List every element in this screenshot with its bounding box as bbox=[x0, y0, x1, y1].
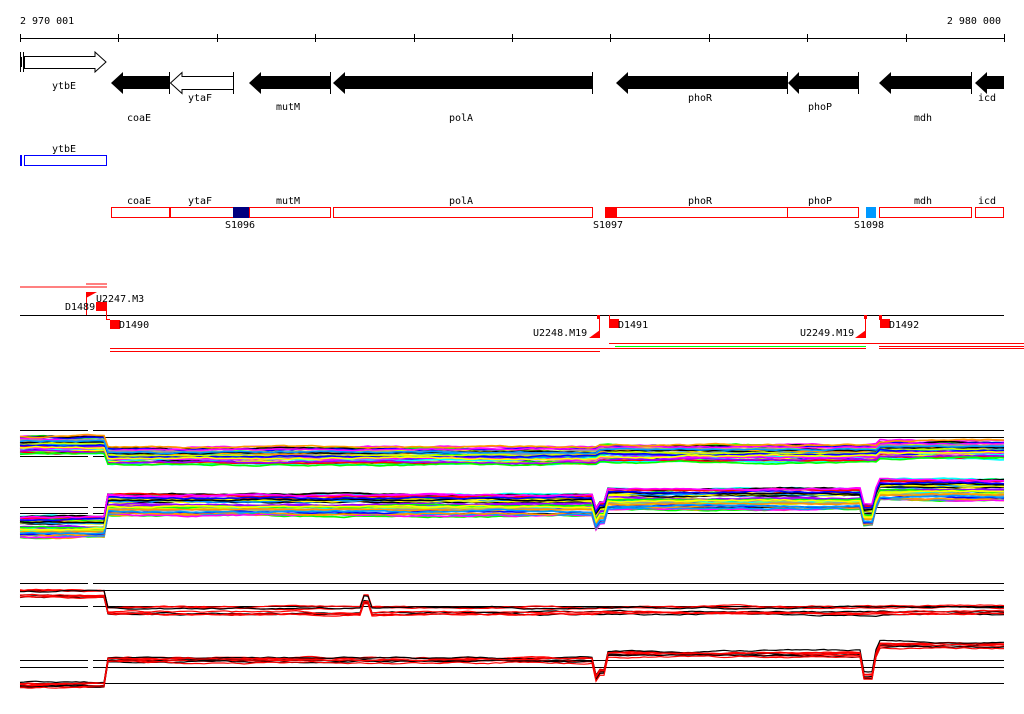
gene-arrow-ytbE[interactable] bbox=[24, 50, 107, 74]
feature-label: icd bbox=[978, 196, 996, 207]
down-mark-label: D1491 bbox=[618, 320, 648, 331]
gene-label: coaE bbox=[127, 113, 151, 124]
site-label: S1097 bbox=[593, 220, 623, 231]
ruler-start-label: 2 970 001 bbox=[20, 16, 74, 27]
site-label: S1098 bbox=[854, 220, 884, 231]
feature-label: phoR bbox=[688, 196, 713, 207]
expression-trace bbox=[19, 642, 1005, 685]
feature-box[interactable] bbox=[975, 207, 1004, 218]
up-mark-label: U2247.M3 bbox=[96, 294, 144, 305]
feature-label: coaE bbox=[127, 196, 151, 207]
up-marker[interactable] bbox=[589, 330, 600, 338]
feature-box[interactable] bbox=[111, 207, 170, 218]
gene-label: ytbE bbox=[52, 81, 76, 92]
feature-box[interactable] bbox=[333, 207, 593, 218]
blue-feature-track: ytbE bbox=[20, 144, 107, 166]
feature-label: mutM bbox=[276, 196, 300, 207]
site-marker-S1097[interactable] bbox=[605, 207, 617, 218]
feature-label: ytbE bbox=[52, 144, 76, 155]
gene-arrow-icd[interactable] bbox=[975, 72, 1004, 94]
gene-label: mutM bbox=[276, 102, 300, 113]
gene-arrow-polA[interactable] bbox=[333, 72, 592, 94]
gene-label: mdh bbox=[914, 113, 932, 124]
gene-label: polA bbox=[449, 113, 473, 124]
feature-box[interactable] bbox=[787, 207, 859, 218]
regulation-track: D1489 U2247.M3 D1490 U2248.M19 D1491 U22… bbox=[20, 283, 1024, 352]
feature-box-ytbE[interactable] bbox=[24, 155, 107, 166]
site-label: S1096 bbox=[225, 220, 255, 231]
operon-track: coaE ytaF mutM polA phoR phoP mdh icd S1… bbox=[111, 196, 1004, 231]
gene-arrow-mutM[interactable] bbox=[249, 72, 330, 94]
ruler-end-label: 2 980 000 bbox=[947, 16, 1001, 27]
expression-panels bbox=[19, 430, 1005, 689]
down-mark-label: D1490 bbox=[119, 320, 149, 331]
up-marker[interactable] bbox=[855, 330, 866, 338]
up-mark-label: U2249.M19 bbox=[800, 328, 854, 339]
up-mark-label: U2248.M19 bbox=[533, 328, 587, 339]
gene-label: icd bbox=[978, 93, 996, 104]
site-marker-S1096[interactable] bbox=[233, 207, 249, 218]
feature-label: ytaF bbox=[188, 196, 212, 207]
gene-arrow-phoR[interactable] bbox=[616, 72, 787, 94]
coordinate-ruler: 2 970 001 2 980 000 bbox=[20, 16, 1005, 42]
down-mark-label: D1489 bbox=[65, 302, 95, 313]
feature-label: polA bbox=[449, 196, 473, 207]
site-marker-S1098[interactable] bbox=[866, 207, 876, 218]
expression-trace bbox=[20, 641, 1005, 686]
gene-label: ytaF bbox=[188, 93, 212, 104]
feature-label: mdh bbox=[914, 196, 932, 207]
gene-arrow-coaE[interactable] bbox=[111, 72, 169, 94]
feature-label: phoP bbox=[808, 196, 832, 207]
expression-trace bbox=[19, 588, 1005, 609]
gene-arrow-ytaF[interactable] bbox=[169, 71, 234, 95]
feature-box[interactable] bbox=[605, 207, 788, 218]
gene-arrow-mdh[interactable] bbox=[879, 72, 971, 94]
feature-box[interactable] bbox=[879, 207, 972, 218]
feature-box[interactable] bbox=[249, 207, 331, 218]
gene-label: phoP bbox=[808, 102, 832, 113]
genome-browser-canvas[interactable]: 2 970 001 2 980 000 ytbE coaE ytaF mutM … bbox=[0, 0, 1024, 714]
gene-label: phoR bbox=[688, 93, 713, 104]
expression-trace bbox=[20, 593, 1005, 615]
gene-track: ytbE coaE ytaF mutM polA phoR phoP mdh i… bbox=[20, 50, 1004, 124]
gene-arrow-phoP[interactable] bbox=[788, 72, 858, 94]
down-mark-label: D1492 bbox=[889, 320, 919, 331]
